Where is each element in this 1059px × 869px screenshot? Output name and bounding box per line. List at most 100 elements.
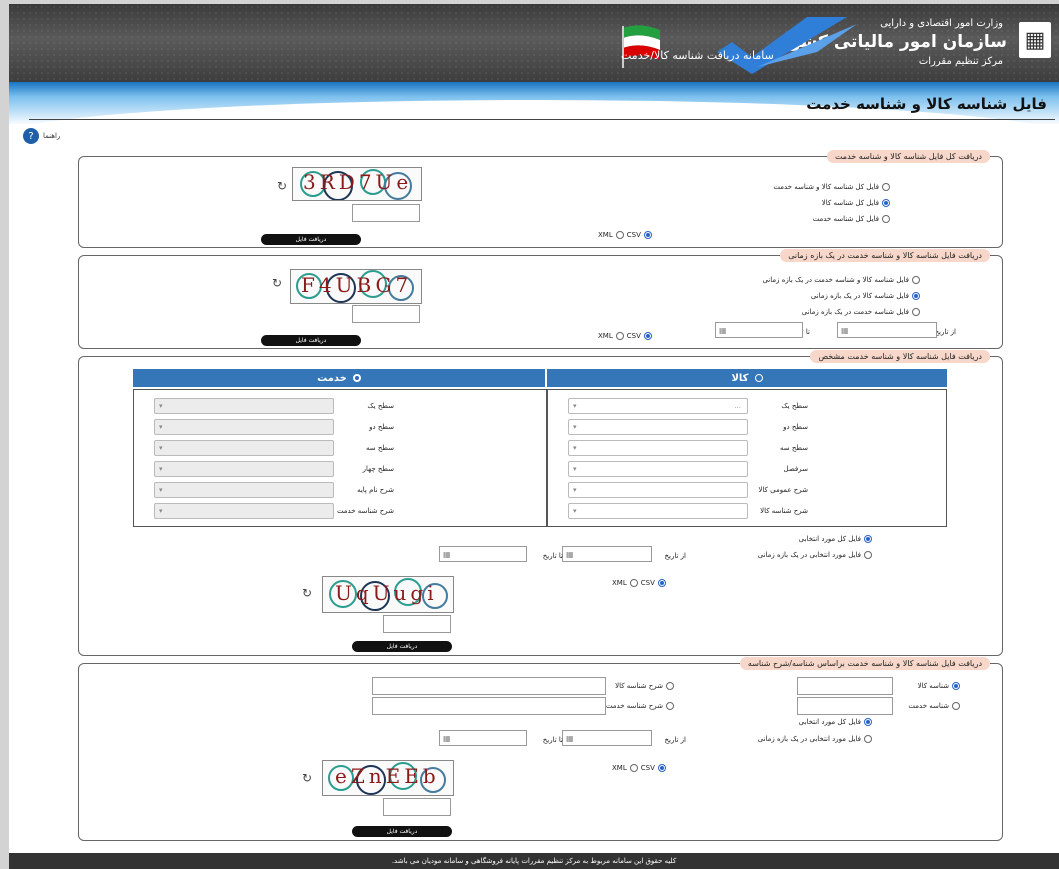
service-level2-label: سطح دو xyxy=(369,423,394,431)
download-button[interactable]: دریافت فایل xyxy=(261,335,361,346)
radio[interactable] xyxy=(952,702,960,710)
radio[interactable] xyxy=(864,535,872,543)
help-link[interactable]: ? راهنما xyxy=(23,128,60,144)
goods-heading-select[interactable]: ▾ xyxy=(568,461,748,477)
service-base-select[interactable]: ▾ xyxy=(154,482,334,498)
goods-level3-label: سطح سه xyxy=(780,444,808,452)
service-desc-select[interactable]: ▾ xyxy=(154,503,334,519)
calendar-icon[interactable]: ▦ xyxy=(841,326,849,335)
service-panel-header[interactable]: خدمت xyxy=(133,369,545,387)
goods-desc-select[interactable]: ▾ xyxy=(568,503,748,519)
service-radio[interactable] xyxy=(352,374,361,382)
captcha-image: UqUugi xyxy=(322,576,454,613)
org-subtitle: مرکز تنظیم مقررات xyxy=(918,56,1003,67)
goods-radio[interactable] xyxy=(754,374,763,382)
captcha-refresh-icon[interactable]: ↻ xyxy=(302,586,312,600)
captcha-input[interactable] xyxy=(352,305,420,323)
csv-radio[interactable] xyxy=(643,231,652,239)
captcha-refresh-icon[interactable]: ↻ xyxy=(302,771,312,785)
goods-desc-input[interactable] xyxy=(372,677,606,695)
help-icon: ? xyxy=(23,128,39,144)
section-by-id: دریافت فایل شناسه کالا و شناسه خدمت براس… xyxy=(78,657,1003,841)
xml-radio[interactable] xyxy=(615,231,624,239)
s4-goods-id-option[interactable]: شناسه کالا xyxy=(918,682,960,690)
radio[interactable] xyxy=(952,682,960,690)
s4-service-desc-option[interactable]: شرح شناسه خدمت xyxy=(606,702,674,710)
radio[interactable] xyxy=(864,551,872,559)
system-title: سامانه دریافت شناسه کالا/خدمت xyxy=(621,49,774,62)
radio[interactable] xyxy=(882,183,890,191)
goods-level1-select[interactable]: ▾... xyxy=(568,398,748,414)
s2-option-all[interactable]: فایل شناسه کالا و شناسه خدمت در یک بازه … xyxy=(762,276,920,284)
to-date-input[interactable]: ▦ xyxy=(439,730,527,746)
captcha-input[interactable] xyxy=(383,615,451,633)
goods-general-label: شرح عمومی کالا xyxy=(758,486,808,494)
csv-radio[interactable] xyxy=(657,579,666,587)
service-desc-input[interactable] xyxy=(372,697,606,715)
download-button[interactable]: دریافت فایل xyxy=(352,641,452,652)
to-date-input[interactable]: ▦ xyxy=(439,546,527,562)
radio[interactable] xyxy=(666,682,674,690)
calendar-icon[interactable]: ▦ xyxy=(443,550,451,559)
download-button[interactable]: دریافت فایل xyxy=(261,234,361,245)
calendar-icon[interactable]: ▦ xyxy=(719,326,727,335)
service-level4-select[interactable]: ▾ xyxy=(154,461,334,477)
goods-level1-label: سطح یک xyxy=(781,402,808,410)
goods-general-select[interactable]: ▾ xyxy=(568,482,748,498)
section-date-range: دریافت فایل شناسه کالا و شناسه خدمت در ی… xyxy=(78,249,1003,349)
download-button[interactable]: دریافت فایل xyxy=(352,826,452,837)
from-date-input[interactable]: ▦ xyxy=(562,730,652,746)
s4-option-range[interactable]: فایل مورد انتخابی در یک بازه زمانی xyxy=(758,735,872,743)
s4-goods-desc-option[interactable]: شرح شناسه کالا xyxy=(615,682,674,690)
radio[interactable] xyxy=(864,735,872,743)
calendar-icon[interactable]: ▦ xyxy=(566,550,574,559)
radio[interactable] xyxy=(666,702,674,710)
goods-level2-select[interactable]: ▾ xyxy=(568,419,748,435)
s1-option-all[interactable]: فایل کل شناسه کالا و شناسه خدمت xyxy=(773,183,890,191)
xml-radio[interactable] xyxy=(615,332,624,340)
radio[interactable] xyxy=(864,718,872,726)
service-level3-select[interactable]: ▾ xyxy=(154,440,334,456)
xml-radio[interactable] xyxy=(629,579,638,587)
radio[interactable] xyxy=(882,215,890,223)
radio[interactable] xyxy=(912,292,920,300)
service-id-input[interactable] xyxy=(797,697,893,715)
captcha-image: F4UBG7 xyxy=(290,269,422,304)
service-level2-select[interactable]: ▾ xyxy=(154,419,334,435)
s4-service-id-option[interactable]: شناسه خدمت xyxy=(908,702,960,710)
s3-option-range[interactable]: فایل مورد انتخابی در یک بازه زمانی xyxy=(758,551,872,559)
s4-option-all[interactable]: فایل کل مورد انتخابی xyxy=(799,718,872,726)
s1-option-services[interactable]: فایل کل شناسه خدمت xyxy=(813,215,890,223)
captcha-input[interactable] xyxy=(383,798,451,816)
to-date-input[interactable]: ▦ xyxy=(715,322,803,338)
goods-id-input[interactable] xyxy=(797,677,893,695)
section-all-files: دریافت کل فایل شناسه کالا و شناسه خدمت ف… xyxy=(78,150,1003,248)
s2-option-services[interactable]: فایل شناسه خدمت در یک بازه زمانی xyxy=(802,308,920,316)
radio[interactable] xyxy=(912,276,920,284)
csv-radio[interactable] xyxy=(643,332,652,340)
captcha-refresh-icon[interactable]: ↻ xyxy=(272,276,282,290)
calendar-icon[interactable]: ▦ xyxy=(443,734,451,743)
csv-radio[interactable] xyxy=(657,764,666,772)
service-desc-label: شرح شناسه خدمت xyxy=(336,507,394,515)
calendar-icon[interactable]: ▦ xyxy=(566,734,574,743)
service-level1-label: سطح یک xyxy=(367,402,394,410)
captcha-refresh-icon[interactable]: ↻ xyxy=(277,179,287,193)
from-date-input[interactable]: ▦ xyxy=(562,546,652,562)
service-level1-select[interactable]: ▾ xyxy=(154,398,334,414)
from-date-input[interactable]: ▦ xyxy=(837,322,937,338)
goods-desc-label: شرح شناسه کالا xyxy=(760,507,808,515)
s1-option-goods[interactable]: فایل کل شناسه کالا xyxy=(822,199,890,207)
ministry-name: وزارت امور اقتصادی و دارایی xyxy=(880,18,1003,29)
footer-copyright: کلیه حقوق این سامانه مربوط به مرکز تنظیم… xyxy=(9,853,1059,869)
captcha-input[interactable] xyxy=(352,204,420,222)
xml-radio[interactable] xyxy=(629,764,638,772)
goods-panel-header[interactable]: کالا xyxy=(547,369,947,387)
goods-level3-select[interactable]: ▾ xyxy=(568,440,748,456)
s2-option-goods[interactable]: فایل شناسه کالا در یک بازه زمانی xyxy=(811,292,920,300)
radio[interactable] xyxy=(912,308,920,316)
checkmark-logo-icon xyxy=(717,17,857,74)
s1-format: XML CSV xyxy=(598,231,652,239)
radio[interactable] xyxy=(882,199,890,207)
s3-option-all[interactable]: فایل کل مورد انتخابی xyxy=(799,535,872,543)
